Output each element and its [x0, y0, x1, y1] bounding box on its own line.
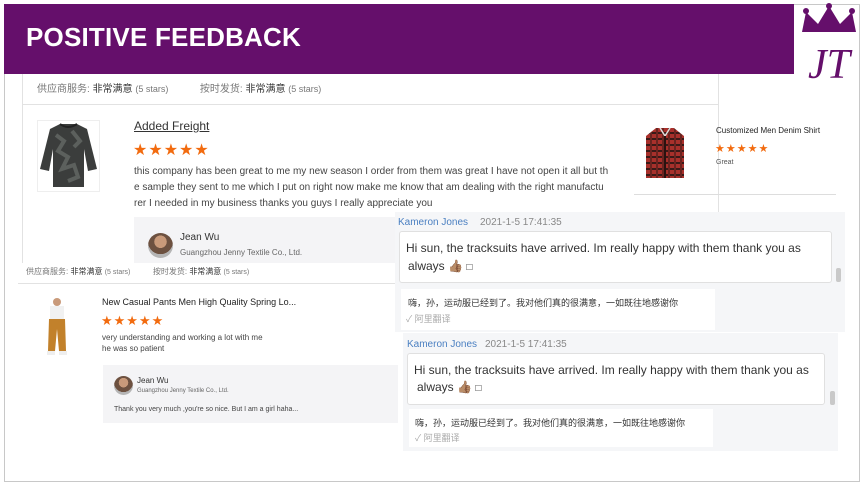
rating-row-3: 供应商服务: 非常满意 (5 stars) 按时发货: 非常满意 (5 star… [26, 266, 249, 277]
reply-company: Guangzhou Jenny Textile Co., Ltd. [137, 388, 229, 394]
ship-stars: (5 stars) [288, 84, 322, 94]
chat-text-line: always [408, 259, 445, 273]
review-text: this company has been great to me my new… [134, 164, 626, 212]
ship-label: 按时发货: [152, 267, 188, 276]
review-text: very understanding and working a lot wit… [102, 332, 263, 354]
brand-logo: JT [794, 2, 864, 90]
review-line: rer I needed in my business thanks you g… [134, 198, 433, 209]
missing-glyph-icon: □ [475, 383, 482, 394]
chat-message-2 [407, 353, 825, 405]
review-line: this company has been great to me my new… [134, 166, 609, 177]
supplier-service-label: 供应商服务: [37, 84, 90, 95]
thumbs-up-icon: 👍🏽 [448, 259, 463, 273]
avatar [148, 233, 173, 258]
chat-sender: Kameron Jones [407, 339, 478, 350]
reply-name: Jean Wu [180, 232, 220, 243]
chat-time: 2021-1-5 17:41:35 [480, 217, 562, 228]
translate-label[interactable]: ✓ 阿里翻译 [415, 431, 460, 444]
review-line: e sample they sent to me which I put on … [134, 182, 604, 193]
supplier-service-label: 供应商服务: [26, 267, 69, 276]
supplier-service-value: 非常满意 [92, 84, 133, 95]
translation-text: 嗨，孙，运动服已经到了。我对他们真的很满意，一如既往地感谢你 [408, 298, 679, 308]
scrollbar-thumb[interactable] [836, 268, 841, 282]
chat-text: always 👍🏽 □ [408, 259, 472, 273]
review-text: Great [716, 159, 734, 166]
rating-stars: ★★★★★ [133, 142, 210, 159]
avatar [114, 376, 133, 395]
chat-time: 2021-1-5 17:41:35 [485, 339, 567, 350]
product-title[interactable]: Customized Men Denim Shirt [716, 126, 820, 135]
product-image-sweater[interactable] [37, 120, 100, 192]
thumbs-up-icon: 👍🏽 [457, 380, 472, 394]
missing-glyph-icon: □ [466, 262, 473, 273]
product-image-pants[interactable] [28, 297, 86, 357]
product-title-link[interactable]: Added Freight [134, 119, 209, 133]
rating-stars: ★★★★★ [101, 313, 165, 328]
divider [22, 104, 719, 105]
rating-row-1: 供应商服务: 非常满意 (5 stars) 按时发货: 非常满意 (5 star… [37, 80, 321, 95]
translation-text: 嗨，孙，运动服已经到了。我对他们真的很满意，一如既往地感谢你 [415, 418, 686, 428]
page-title: POSITIVE FEEDBACK [26, 22, 301, 52]
supplier-service-stars: (5 stars) [104, 269, 131, 276]
chat-sender: Kameron Jones [398, 217, 469, 228]
reply-text: Thank you very much ,you're so nice. But… [114, 406, 299, 413]
seller-reply-3 [103, 365, 398, 423]
ship-label: 按时发货: [199, 84, 243, 95]
translate-label[interactable]: ✓ 阿里翻译 [406, 312, 451, 325]
ship-stars: (5 stars) [223, 269, 250, 276]
chat-message-1 [399, 231, 832, 283]
chat-text: always 👍🏽 □ [417, 380, 481, 394]
chat-text: Hi sun, the tracksuits have arrived. Im … [406, 241, 801, 255]
chat-text: Hi sun, the tracksuits have arrived. Im … [414, 363, 809, 377]
supplier-service-stars: (5 stars) [135, 84, 169, 94]
chat-text-line: always [417, 380, 454, 394]
review-line: he was so patient [102, 344, 165, 353]
review-line: very understanding and working a lot wit… [102, 333, 263, 342]
reply-name: Jean Wu [137, 376, 169, 385]
rating-stars: ★★★★★ [715, 143, 770, 155]
divider [18, 283, 398, 284]
ship-value: 非常满意 [245, 84, 286, 95]
supplier-service-value: 非常满意 [70, 267, 103, 276]
reply-company: Guangzhou Jenny Textile Co., Ltd. [180, 248, 303, 257]
product-image-shirt[interactable] [644, 126, 686, 182]
scrollbar-thumb[interactable] [830, 391, 835, 405]
svg-text:JT: JT [808, 42, 853, 88]
ship-value: 非常满意 [189, 267, 222, 276]
product-title[interactable]: New Casual Pants Men High Quality Spring… [102, 297, 296, 307]
